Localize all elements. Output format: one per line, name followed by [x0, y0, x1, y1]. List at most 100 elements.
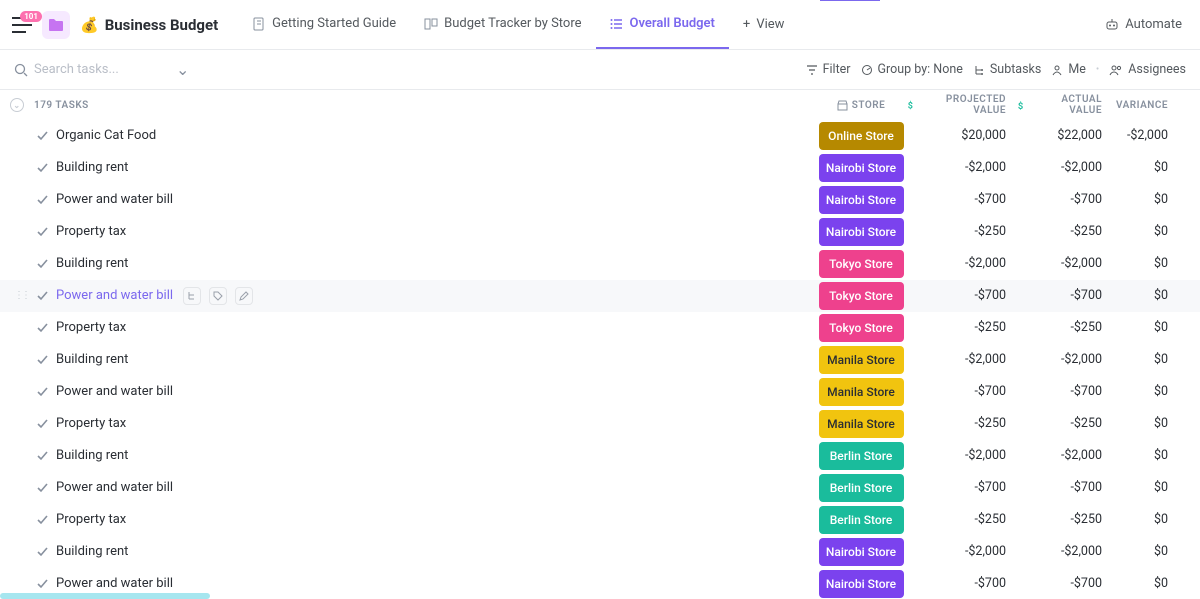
actual-cell[interactable]: -$700: [1016, 576, 1126, 591]
actual-cell[interactable]: -$250: [1016, 224, 1126, 239]
table-row[interactable]: Property taxNairobi Store-$250-$250$0: [0, 216, 1200, 248]
status-check[interactable]: [28, 321, 56, 334]
actual-cell[interactable]: -$700: [1016, 480, 1126, 495]
actual-cell[interactable]: -$700: [1016, 288, 1126, 303]
edit-button[interactable]: [235, 287, 253, 305]
variance-cell[interactable]: $0: [1126, 352, 1196, 367]
projected-cell[interactable]: -$2,000: [906, 544, 1016, 559]
task-name-cell[interactable]: Power and water bill: [56, 480, 816, 495]
task-name-cell[interactable]: Building rent: [56, 256, 816, 271]
status-check[interactable]: [28, 257, 56, 270]
status-check[interactable]: [28, 449, 56, 462]
store-cell[interactable]: Berlin Store: [816, 506, 906, 534]
variance-cell[interactable]: $0: [1126, 384, 1196, 399]
store-cell[interactable]: Manila Store: [816, 346, 906, 374]
task-name-cell[interactable]: Power and water bill: [56, 287, 816, 305]
actual-cell[interactable]: -$700: [1016, 192, 1126, 207]
table-row[interactable]: ⋮⋮Power and water billTokyo Store-$700-$…: [0, 280, 1200, 312]
table-row[interactable]: Organic Cat FoodOnline Store$20,000$22,0…: [0, 120, 1200, 152]
actual-cell[interactable]: $22,000: [1016, 128, 1126, 143]
actual-cell[interactable]: -$250: [1016, 416, 1126, 431]
store-cell[interactable]: Tokyo Store: [816, 282, 906, 310]
drag-handle-icon[interactable]: ⋮⋮: [14, 290, 28, 301]
search-input[interactable]: [34, 62, 164, 77]
projected-cell[interactable]: -$700: [906, 192, 1016, 207]
group-button[interactable]: Group by: None: [861, 62, 963, 77]
variance-cell[interactable]: $0: [1126, 480, 1196, 495]
store-cell[interactable]: Berlin Store: [816, 474, 906, 502]
filter-button[interactable]: Filter: [806, 62, 851, 77]
variance-cell[interactable]: $0: [1126, 192, 1196, 207]
store-cell[interactable]: Nairobi Store: [816, 186, 906, 214]
projected-cell[interactable]: -$250: [906, 224, 1016, 239]
table-row[interactable]: Building rentNairobi Store-$2,000-$2,000…: [0, 152, 1200, 184]
variance-cell[interactable]: $0: [1126, 288, 1196, 303]
add-view-button[interactable]: + View: [729, 17, 799, 32]
table-row[interactable]: Property taxTokyo Store-$250-$250$0: [0, 312, 1200, 344]
status-check[interactable]: [28, 545, 56, 558]
status-check[interactable]: [28, 193, 56, 206]
projected-cell[interactable]: -$2,000: [906, 256, 1016, 271]
actual-cell[interactable]: -$2,000: [1016, 544, 1126, 559]
store-cell[interactable]: Tokyo Store: [816, 314, 906, 342]
projected-cell[interactable]: -$2,000: [906, 448, 1016, 463]
variance-cell[interactable]: $0: [1126, 224, 1196, 239]
task-name-cell[interactable]: Property tax: [56, 512, 816, 527]
store-cell[interactable]: Online Store: [816, 122, 906, 150]
table-row[interactable]: Power and water billNairobi Store-$700-$…: [0, 184, 1200, 216]
projected-cell[interactable]: -$250: [906, 320, 1016, 335]
variance-cell[interactable]: -$2,000: [1126, 128, 1196, 143]
variance-cell[interactable]: $0: [1126, 544, 1196, 559]
variance-cell[interactable]: $0: [1126, 576, 1196, 591]
variance-cell[interactable]: $0: [1126, 160, 1196, 175]
status-check[interactable]: [28, 577, 56, 590]
status-check[interactable]: [28, 385, 56, 398]
automate-button[interactable]: Automate: [1099, 17, 1188, 32]
tab-overall-budget[interactable]: Overall Budget: [596, 0, 729, 49]
store-cell[interactable]: Berlin Store: [816, 442, 906, 470]
task-name-cell[interactable]: Power and water bill: [56, 192, 816, 207]
tab-getting-started[interactable]: Getting Started Guide: [238, 0, 410, 49]
task-name-cell[interactable]: Organic Cat Food: [56, 128, 816, 143]
status-check[interactable]: [28, 417, 56, 430]
column-variance[interactable]: VARIANCE: [1126, 100, 1196, 111]
actual-cell[interactable]: -$250: [1016, 320, 1126, 335]
store-cell[interactable]: Manila Store: [816, 410, 906, 438]
status-check[interactable]: [28, 161, 56, 174]
projected-cell[interactable]: -$2,000: [906, 352, 1016, 367]
task-name-cell[interactable]: Building rent: [56, 160, 816, 175]
store-cell[interactable]: Nairobi Store: [816, 154, 906, 182]
store-cell[interactable]: Manila Store: [816, 378, 906, 406]
task-name-cell[interactable]: Building rent: [56, 352, 816, 367]
variance-cell[interactable]: $0: [1126, 448, 1196, 463]
column-store[interactable]: STORE: [816, 100, 906, 111]
table-row[interactable]: Building rentManila Store-$2,000-$2,000$…: [0, 344, 1200, 376]
table-row[interactable]: Power and water billBerlin Store-$700-$7…: [0, 472, 1200, 504]
projected-cell[interactable]: -$700: [906, 288, 1016, 303]
store-cell[interactable]: Nairobi Store: [816, 218, 906, 246]
me-button[interactable]: Me: [1051, 62, 1086, 77]
variance-cell[interactable]: $0: [1126, 416, 1196, 431]
task-name-cell[interactable]: Property tax: [56, 224, 816, 239]
projected-cell[interactable]: -$700: [906, 480, 1016, 495]
table-row[interactable]: Property taxBerlin Store-$250-$250$0: [0, 504, 1200, 536]
projected-cell[interactable]: -$250: [906, 416, 1016, 431]
actual-cell[interactable]: -$2,000: [1016, 160, 1126, 175]
store-cell[interactable]: Nairobi Store: [816, 538, 906, 566]
task-name-cell[interactable]: Property tax: [56, 416, 816, 431]
collapse-all-button[interactable]: ⌄: [10, 98, 24, 112]
task-name-cell[interactable]: Building rent: [56, 544, 816, 559]
chevron-down-icon[interactable]: ⌄: [176, 60, 189, 79]
actual-cell[interactable]: -$2,000: [1016, 256, 1126, 271]
task-name-cell[interactable]: Power and water bill: [56, 576, 816, 591]
assignees-button[interactable]: Assignees: [1109, 62, 1186, 77]
task-name-cell[interactable]: Power and water bill: [56, 384, 816, 399]
subtasks-button[interactable]: Subtasks: [973, 62, 1041, 77]
subtask-button[interactable]: [183, 287, 201, 305]
tag-button[interactable]: [209, 287, 227, 305]
folder-button[interactable]: [42, 11, 70, 39]
tab-budget-tracker[interactable]: Budget Tracker by Store: [410, 0, 595, 49]
projected-cell[interactable]: -$700: [906, 576, 1016, 591]
table-row[interactable]: Building rentBerlin Store-$2,000-$2,000$…: [0, 440, 1200, 472]
status-check[interactable]: [28, 129, 56, 142]
